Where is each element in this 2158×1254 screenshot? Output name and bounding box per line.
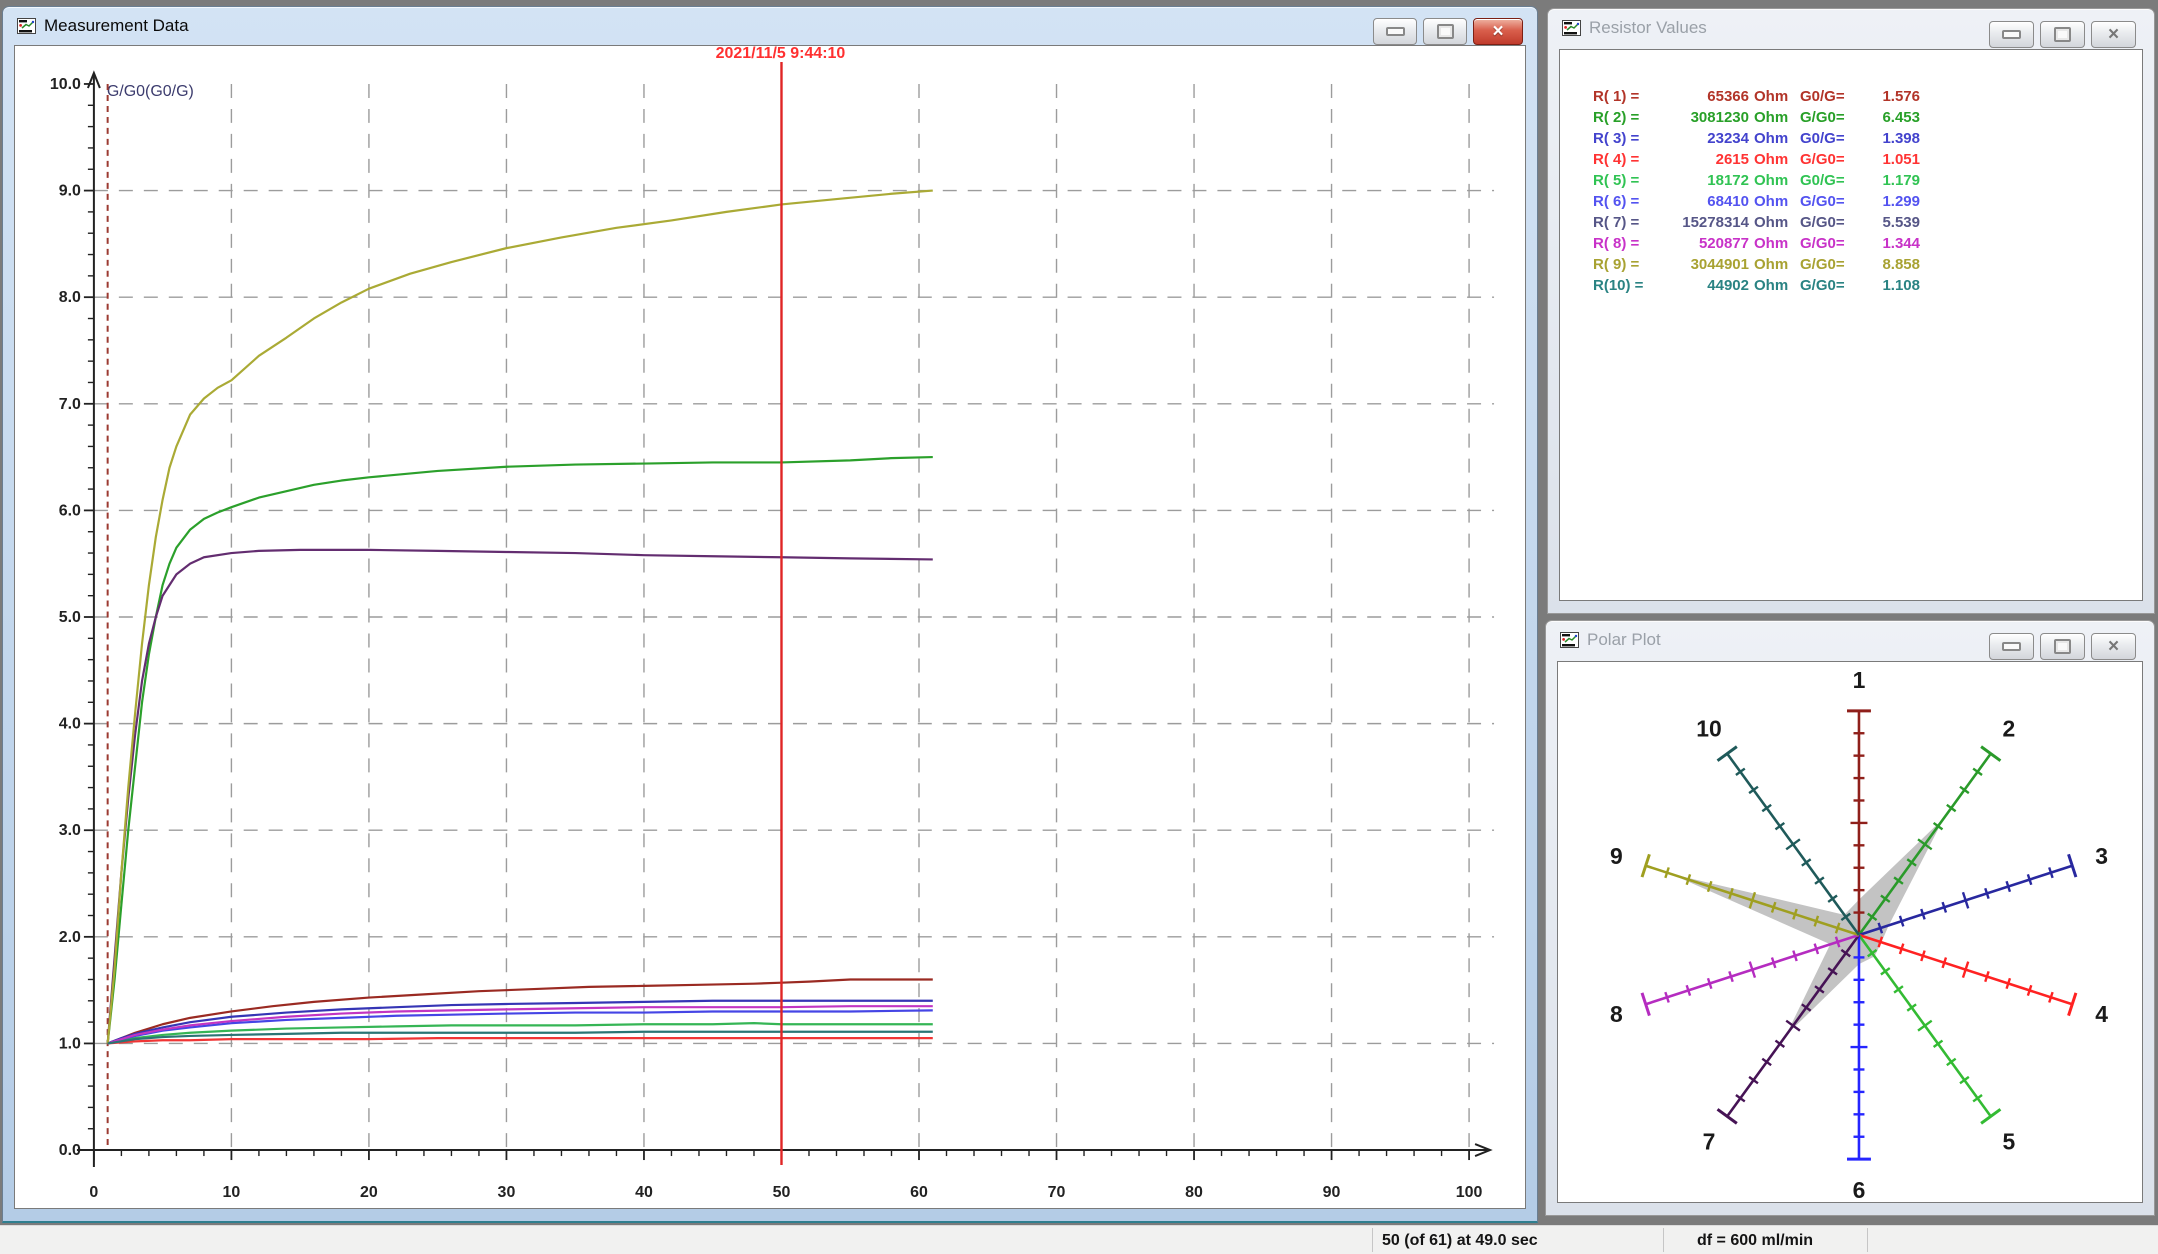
maximize-icon <box>2054 27 2071 42</box>
resistor-row: R( 4) =2615OhmG/G0=1.051 <box>1593 149 2142 170</box>
desktop: Measurement Data × 010203040506070809010… <box>0 0 2158 1254</box>
svg-text:7.0: 7.0 <box>59 396 81 413</box>
polar-axis-label: 6 <box>1853 1177 1866 1202</box>
maximize-icon <box>1437 24 1454 39</box>
svg-text:50: 50 <box>773 1184 791 1201</box>
close-icon: × <box>2108 637 2119 656</box>
svg-text:70: 70 <box>1048 1184 1066 1201</box>
measurement-chart-canvas: 0 10 20 30 40 50 60 70 80 90 100 0.0 1.0 2.0 3.0 4.0 5.0… <box>14 45 1526 1209</box>
status-separator <box>1867 1228 1868 1252</box>
svg-text:2.0: 2.0 <box>59 929 81 946</box>
maximize-button[interactable] <box>1423 18 1467 45</box>
maximize-button[interactable] <box>2040 21 2085 48</box>
svg-text:5.0: 5.0 <box>59 609 81 626</box>
svg-text:1.0: 1.0 <box>59 1035 81 1052</box>
maximize-button[interactable] <box>2040 633 2085 660</box>
resistor-row: R( 9) =3044901OhmG/G0=8.858 <box>1593 254 2142 275</box>
resistor-row: R( 1) =65366OhmG0/G=1.576 <box>1593 86 2142 107</box>
resistor-row: R( 3) =23234OhmG0/G=1.398 <box>1593 128 2142 149</box>
resistor-list: R( 1) =65366OhmG0/G=1.576R( 2) =3081230O… <box>1560 50 2142 296</box>
chart-grid <box>94 84 1494 1150</box>
app-chart-icon <box>1560 632 1579 648</box>
polar-axis-label: 5 <box>2003 1128 2016 1154</box>
minimize-button[interactable] <box>1989 633 2034 660</box>
minimize-icon <box>2002 30 2021 39</box>
close-button[interactable]: × <box>2091 21 2136 48</box>
polar-axis-label: 8 <box>1610 1001 1623 1027</box>
polar-value-polygon <box>1670 818 1944 1035</box>
polar-chart: 1 2 3 4 5 6 7 8 9 10 <box>1558 662 2142 1202</box>
svg-text:10: 10 <box>223 1184 241 1201</box>
measurement-titlebar[interactable]: Measurement Data × <box>3 7 1537 45</box>
minimize-icon <box>2002 642 2021 651</box>
resistor-row: R(10) =44902OhmG/G0=1.108 <box>1593 275 2142 296</box>
polar-axis-label: 4 <box>2095 1001 2108 1027</box>
measurement-data-window: Measurement Data × 0 10 20 30 40 50 60 70 80 90 10… <box>2 6 1538 1223</box>
polar-plot-canvas: 1 2 3 4 5 6 7 8 9 10 <box>1558 662 2142 1202</box>
resistor-row: R( 7) =15278314OhmG/G0=5.539 <box>1593 212 2142 233</box>
polar-plot-window: Polar Plot × 1 2 3 4 5 6 7 8 9 10 <box>1545 620 2155 1216</box>
resistor-row: R( 8) =520877OhmG/G0=1.344 <box>1593 233 2142 254</box>
app-chart-icon <box>17 18 36 34</box>
svg-text:30: 30 <box>498 1184 516 1201</box>
window-title: Polar Plot <box>1587 630 1661 650</box>
svg-text:9.0: 9.0 <box>59 183 81 200</box>
polar-titlebar[interactable]: Polar Plot × <box>1546 621 2154 659</box>
close-button[interactable]: × <box>2091 633 2136 660</box>
polar-axis-5: 5 <box>1859 935 2016 1154</box>
status-sample-progress: 50 (of 61) at 49.0 sec <box>1382 1226 1538 1254</box>
minimize-button[interactable] <box>1373 18 1417 45</box>
status-bar: 50 (of 61) at 49.0 sec df = 600 ml/min <box>0 1225 2158 1254</box>
polar-axis-label: 7 <box>1703 1128 1716 1154</box>
resistor-titlebar[interactable]: Resistor Values × <box>1548 9 2154 47</box>
maximize-icon <box>2054 639 2071 654</box>
status-separator <box>1372 1228 1373 1252</box>
y-axis-label: G/G0(G0/G) <box>107 83 194 100</box>
svg-text:4.0: 4.0 <box>59 716 81 733</box>
svg-text:100: 100 <box>1456 1184 1483 1201</box>
polar-axis-4: 4 <box>1859 935 2108 1027</box>
polar-axis-7: 7 <box>1703 935 1859 1154</box>
svg-text:3.0: 3.0 <box>59 822 81 839</box>
window-title: Resistor Values <box>1589 18 1707 38</box>
svg-text:0: 0 <box>89 1184 98 1201</box>
close-button[interactable]: × <box>1473 18 1523 45</box>
svg-text:90: 90 <box>1323 1184 1341 1201</box>
app-chart-icon <box>1562 20 1581 36</box>
resistor-row: R( 5) =18172OhmG0/G=1.179 <box>1593 170 2142 191</box>
minimize-icon <box>1386 27 1405 36</box>
polar-plot-panel: 1 2 3 4 5 6 7 8 9 10 <box>1557 661 2143 1203</box>
svg-text:6.0: 6.0 <box>59 502 81 519</box>
svg-text:10.0: 10.0 <box>50 76 81 93</box>
minimize-button[interactable] <box>1989 21 2034 48</box>
svg-text:80: 80 <box>1185 1184 1203 1201</box>
resistor-values-window: Resistor Values × R( 1) =65366OhmG0/G=1.… <box>1547 8 2155 614</box>
svg-text:8.0: 8.0 <box>59 289 81 306</box>
svg-text:40: 40 <box>635 1184 653 1201</box>
polar-axis-label: 3 <box>2095 843 2108 869</box>
svg-text:60: 60 <box>910 1184 928 1201</box>
window-title: Measurement Data <box>44 16 189 36</box>
svg-text:20: 20 <box>360 1184 378 1201</box>
polar-axis-2: 2 <box>1859 716 2015 935</box>
timestamp-annotation: 2021/11/5 9:44:10 <box>716 46 846 62</box>
resistor-row: R( 2) =3081230OhmG/G0=6.453 <box>1593 107 2142 128</box>
resistor-row: R( 6) =68410OhmG/G0=1.299 <box>1593 191 2142 212</box>
measurement-chart: 0 10 20 30 40 50 60 70 80 90 100 0.0 1.0 2.0 3.0 4.0 5.0… <box>15 46 1525 1208</box>
status-flow-rate: df = 600 ml/min <box>1697 1226 1813 1254</box>
polar-axis-label: 2 <box>2003 716 2016 742</box>
close-icon: × <box>2108 25 2119 44</box>
close-icon: × <box>1492 22 1503 41</box>
status-separator <box>1663 1228 1664 1252</box>
polar-axis-label: 10 <box>1696 716 1721 742</box>
chart-axes <box>77 73 1490 1167</box>
svg-text:0.0: 0.0 <box>59 1142 81 1159</box>
polar-axis-label: 1 <box>1853 667 1866 693</box>
resistor-values-panel: R( 1) =65366OhmG0/G=1.576R( 2) =3081230O… <box>1559 49 2143 601</box>
polar-axis-6: 6 <box>1847 935 1871 1202</box>
polar-axis-label: 9 <box>1610 843 1623 869</box>
